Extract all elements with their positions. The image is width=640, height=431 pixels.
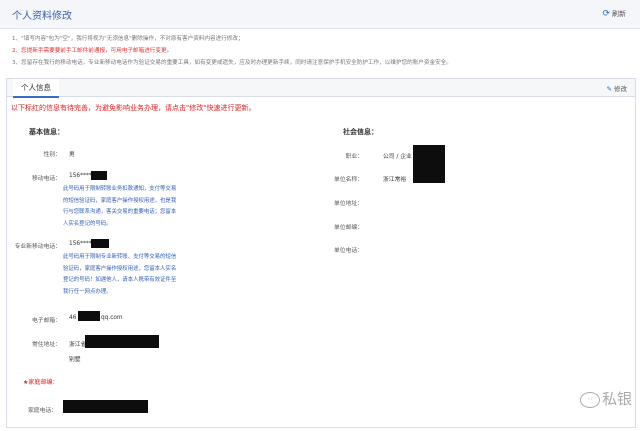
warning-message: 以下标红的信息有待完善，为避免影响业务办理，请点击"修改"快速进行更新。 [11, 104, 256, 112]
redaction-block [63, 400, 148, 413]
notice-item: 2、您提新手需要要前手工邮件前通报，可用电子邮箱进行变更。 [12, 48, 173, 54]
edit-icon: ✎ [606, 85, 612, 93]
social-info-title: 社会信息： [343, 128, 378, 136]
notice-item: 1、"填写内容"包为"空"，我行将视为"无须信息"删除操作，不对原有客户资料内容… [12, 36, 244, 42]
modify-label: 修改 [614, 85, 627, 93]
refresh-icon: ⟳ [602, 9, 610, 19]
mobile-label: 移动电话： [32, 176, 61, 182]
unit-zip-label: 单位邮编： [334, 225, 363, 231]
refresh-button[interactable]: ⟳ 刷新 [602, 9, 626, 19]
unit-phone-label: 单位电话： [334, 248, 363, 254]
page-title: 个人资料修改 [12, 11, 72, 22]
watermark-text: 私银 [601, 390, 632, 408]
family-section-title: ★家庭邮编： [23, 377, 58, 386]
unit-address-label: 单位地址： [334, 201, 363, 207]
redaction-block [413, 145, 445, 183]
family-zip-label: 家庭邮编： [28, 379, 59, 386]
gender-value: 男 [69, 152, 75, 158]
page-header: 个人资料修改 ⟳ 刷新 [0, 0, 640, 29]
tab-personal-info[interactable]: 个人信息 [13, 79, 59, 98]
basic-info-title: 基本信息： [29, 128, 64, 136]
notice-item: 3、您留存在我行的移动电话，专业新移动电话作为验证交易的重要工具，如有变更或遗失… [12, 60, 452, 66]
redaction-block [91, 239, 109, 248]
redaction-block [91, 171, 107, 180]
tab-bar: 个人信息 ✎ 修改 [7, 79, 635, 98]
email-label: 电子邮箱： [32, 318, 61, 324]
redaction-block [85, 335, 159, 348]
pro-mobile-note: 此号码用于限制专业新转账、支付等交易的短信验证码，家庭客户操作授权用途，您留本人… [63, 254, 177, 295]
modify-button[interactable]: ✎ 修改 [607, 83, 627, 93]
refresh-label: 刷新 [612, 10, 626, 18]
address-value: 浙江省 [69, 342, 87, 348]
email-value: 46 [69, 315, 77, 321]
redaction-block [78, 311, 100, 321]
pro-mobile-value: 156**** [69, 241, 92, 247]
personal-info-panel: 个人信息 ✎ 修改 以下标红的信息有待完善，为避免影响业务办理，请点击"修改"快速… [6, 78, 636, 428]
mobile-value: 156**** [69, 173, 92, 179]
job-label: 职业： [345, 154, 363, 160]
gender-label: 性别： [43, 152, 61, 158]
unit-name-value: 浙江常裕 [383, 177, 407, 183]
job-value: 公司 / 企业 [383, 154, 412, 160]
address-label: 常住地址： [32, 342, 61, 348]
pro-mobile-label: 专业新移动电话： [14, 244, 61, 250]
watermark: ·· 私银 [579, 388, 632, 409]
notice-list: 1、"填写内容"包为"空"，我行将视为"无须信息"删除操作，不对原有客户资料内容… [12, 33, 452, 69]
unit-name-label: 单位名称： [334, 177, 363, 183]
email-domain: qq.com [101, 315, 123, 321]
address-extra: 别墅 [69, 357, 81, 363]
wechat-icon: ·· [579, 391, 600, 408]
family-phone-label: 家庭电话： [28, 408, 57, 414]
mobile-note: 此号码用于限制转账业务扣款通知，支付等交易的短信验证码，家庭客户操作授权用途，也… [63, 186, 177, 227]
